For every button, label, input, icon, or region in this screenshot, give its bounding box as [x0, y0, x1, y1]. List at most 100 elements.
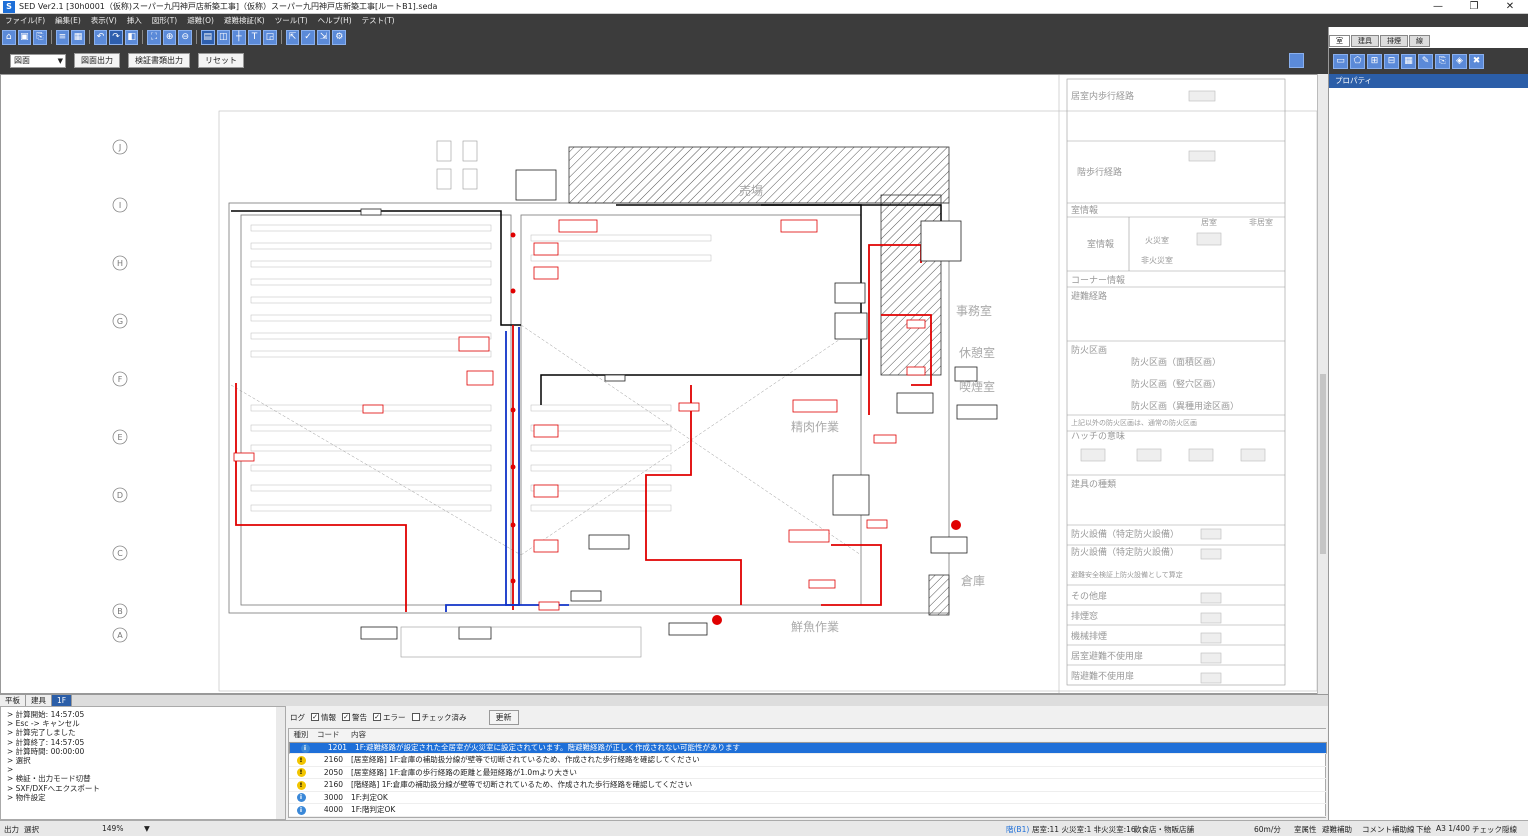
legend-label: ハッチの意味 — [1071, 430, 1125, 442]
filter-info-label: 情報 — [321, 712, 336, 722]
room-edit-icon[interactable]: ✎ — [1418, 53, 1433, 69]
check-icon[interactable]: ✓ — [301, 29, 315, 45]
settings-icon[interactable]: ⚙ — [332, 29, 347, 45]
checkbox-icon[interactable]: ✓ — [342, 713, 350, 721]
canvas-vertical-scrollbar[interactable] — [1317, 74, 1328, 694]
dimension-icon[interactable]: ◲ — [263, 29, 277, 45]
legend-label: 避難安全検証上防火設備として算定 — [1071, 570, 1183, 579]
legend-label: 居室内歩行経路 — [1071, 90, 1134, 102]
drawing-canvas[interactable]: J I H G F E D C B A 事務室 休憩室 喫煙室 精肉作業 鮮魚作… — [0, 74, 1328, 694]
menu-evac-verify[interactable]: 避難検証(K) — [219, 15, 270, 26]
filter-checked[interactable]: チェック済み — [411, 712, 467, 723]
console-scrollbar[interactable] — [276, 707, 285, 819]
menu-insert[interactable]: 挿入 — [122, 15, 147, 26]
snap-grid-icon[interactable]: ▤ — [200, 29, 215, 45]
zoom-out-icon[interactable]: ⊖ — [178, 29, 193, 45]
menu-shape[interactable]: 図形(T) — [147, 15, 182, 26]
room-poly-icon[interactable]: ⬠ — [1350, 53, 1365, 69]
status-tool[interactable]: 隠線 — [1502, 824, 1517, 835]
status-tool[interactable]: コメント — [1362, 824, 1392, 835]
black-route — [231, 210, 521, 326]
text-icon[interactable]: T — [247, 29, 262, 45]
view-select[interactable]: 図面 ▼ — [10, 53, 66, 68]
status-tool[interactable]: 補助線 — [1392, 824, 1415, 835]
command-console[interactable]: > 計算開始: 14:57:05 > Esc -> キャンセル > 計算完了しま… — [0, 706, 286, 820]
drawing-output-button[interactable]: 図面出力 — [74, 53, 120, 68]
axis-icon[interactable]: ┼ — [232, 29, 246, 45]
menu-view[interactable]: 表示(V) — [86, 15, 122, 26]
room-table-icon[interactable]: ▦ — [1401, 53, 1416, 69]
filter-warning[interactable]: ✓ 警告 — [342, 712, 367, 723]
verify-output-button[interactable]: 検証書類出力 — [128, 53, 190, 68]
save-icon[interactable]: ▣ — [17, 29, 32, 45]
status-tool[interactable]: A3 1/400 — [1436, 824, 1470, 833]
layer-icon[interactable]: ◧ — [124, 29, 139, 45]
log-message: [居室経路] 1F:倉庫の歩行経路の距離と最短経路が1.0mより大きい — [351, 767, 577, 777]
select-cursor-icon[interactable] — [1289, 53, 1304, 68]
log-code: 2160 — [323, 780, 343, 790]
status-tool[interactable]: チェック — [1472, 824, 1502, 835]
chevron-down-icon[interactable]: ▼ — [144, 824, 150, 833]
scrollbar-thumb[interactable] — [1320, 374, 1326, 554]
room-attr-icon[interactable]: ◈ — [1452, 53, 1467, 69]
close-button[interactable]: ✕ — [1492, 1, 1528, 12]
zoom-in-icon[interactable]: ⊕ — [162, 29, 177, 45]
room-delete-icon[interactable]: ✖ — [1469, 53, 1484, 69]
open-icon[interactable]: ⌂ — [2, 29, 16, 45]
snap-point-icon[interactable]: ◫ — [216, 29, 231, 45]
chevron-down-icon: ▼ — [57, 56, 63, 65]
axis-markers — [112, 139, 128, 643]
reset-button[interactable]: リセット — [198, 53, 244, 68]
toolbar-separator — [280, 30, 282, 44]
menu-evac[interactable]: 避難(O) — [182, 15, 219, 26]
status-tool[interactable]: 下絵 — [1416, 824, 1431, 835]
room-copy-icon[interactable]: ⎘ — [1435, 53, 1450, 69]
log-col-content: 内容 — [351, 730, 366, 740]
room-split-icon[interactable]: ⊞ — [1367, 53, 1382, 69]
grid-icon[interactable]: ▦ — [71, 29, 85, 45]
menu-test[interactable]: テスト(T) — [357, 15, 400, 26]
table-row[interactable]: i 4000 1F:階判定OK — [289, 804, 1327, 817]
axis-label: H — [117, 259, 123, 268]
status-room-count: 居室:11 火災室:1 非火災室:16 — [1032, 825, 1136, 834]
checkbox-icon[interactable]: ✓ — [373, 713, 381, 721]
floor-plan-drawing[interactable]: J I H G F E D C B A 事務室 休憩室 喫煙室 精肉作業 鮮魚作… — [1, 75, 1317, 694]
log-refresh-button[interactable]: 更新 — [488, 709, 519, 725]
checkbox-icon[interactable] — [411, 713, 420, 721]
filter-info[interactable]: ✓ 情報 — [311, 712, 336, 723]
tab-smoke[interactable]: 排煙 — [1380, 35, 1408, 47]
copy-icon[interactable]: ⎘ — [33, 29, 47, 45]
undo-icon[interactable]: ↶ — [93, 29, 108, 45]
table-row[interactable]: ! 2160 [階経路] 1F:倉庫の補助扱分線が壁等で切断されているため、作成… — [289, 779, 1327, 792]
maximize-button[interactable]: ❐ — [1456, 1, 1492, 12]
menu-file[interactable]: ファイル(F) — [0, 15, 50, 26]
tab-fittings-floor[interactable]: 建具 — [26, 695, 52, 706]
table-row[interactable]: i 3000 1F:判定OK — [289, 792, 1327, 804]
menu-tools[interactable]: ツール(T) — [270, 15, 313, 26]
list-icon[interactable]: ≡ — [55, 29, 70, 45]
status-tool[interactable]: 室属性 — [1294, 824, 1317, 835]
table-row[interactable]: i 1201 1F:避難経路が設定された全居室が火災室に設定されています。階避難… — [289, 741, 1327, 754]
tab-1f[interactable]: 1F — [52, 695, 73, 706]
room-merge-icon[interactable]: ⊟ — [1384, 53, 1399, 69]
log-message: 1F:避難経路が設定された全居室が火災室に設定されています。階避難経路が正しく作… — [355, 742, 741, 752]
log-label: ログ — [290, 712, 305, 722]
tab-fittings[interactable]: 建具 — [1351, 35, 1379, 47]
menu-help[interactable]: ヘルプ(H) — [313, 15, 357, 26]
redo-icon[interactable]: ↷ — [109, 29, 123, 45]
tab-plan[interactable]: 平板 — [0, 695, 26, 706]
tab-room[interactable]: 室 — [1329, 35, 1350, 47]
filter-error[interactable]: ✓ エラー — [373, 712, 406, 723]
table-row[interactable]: ! 2160 [居室経路] 1F:倉庫の補助扱分線が壁等で切断されているため、作… — [289, 754, 1327, 767]
table-row[interactable]: ! 2050 [居室経路] 1F:倉庫の歩行経路の距離と最短経路が1.0mより大… — [289, 767, 1327, 779]
status-tool[interactable]: 避難補助 — [1322, 824, 1352, 835]
route-icon[interactable]: ⇱ — [285, 29, 300, 45]
export-icon[interactable]: ⇲ — [316, 29, 331, 45]
room-rect-icon[interactable]: ▭ — [1333, 53, 1348, 69]
status-zoom[interactable]: 149% — [102, 824, 123, 833]
minimize-button[interactable]: — — [1420, 1, 1456, 12]
fit-icon[interactable]: ⛶ — [147, 29, 161, 45]
tab-line[interactable]: 線 — [1409, 35, 1430, 47]
checkbox-icon[interactable]: ✓ — [311, 713, 319, 721]
menu-edit[interactable]: 編集(E) — [50, 15, 86, 26]
